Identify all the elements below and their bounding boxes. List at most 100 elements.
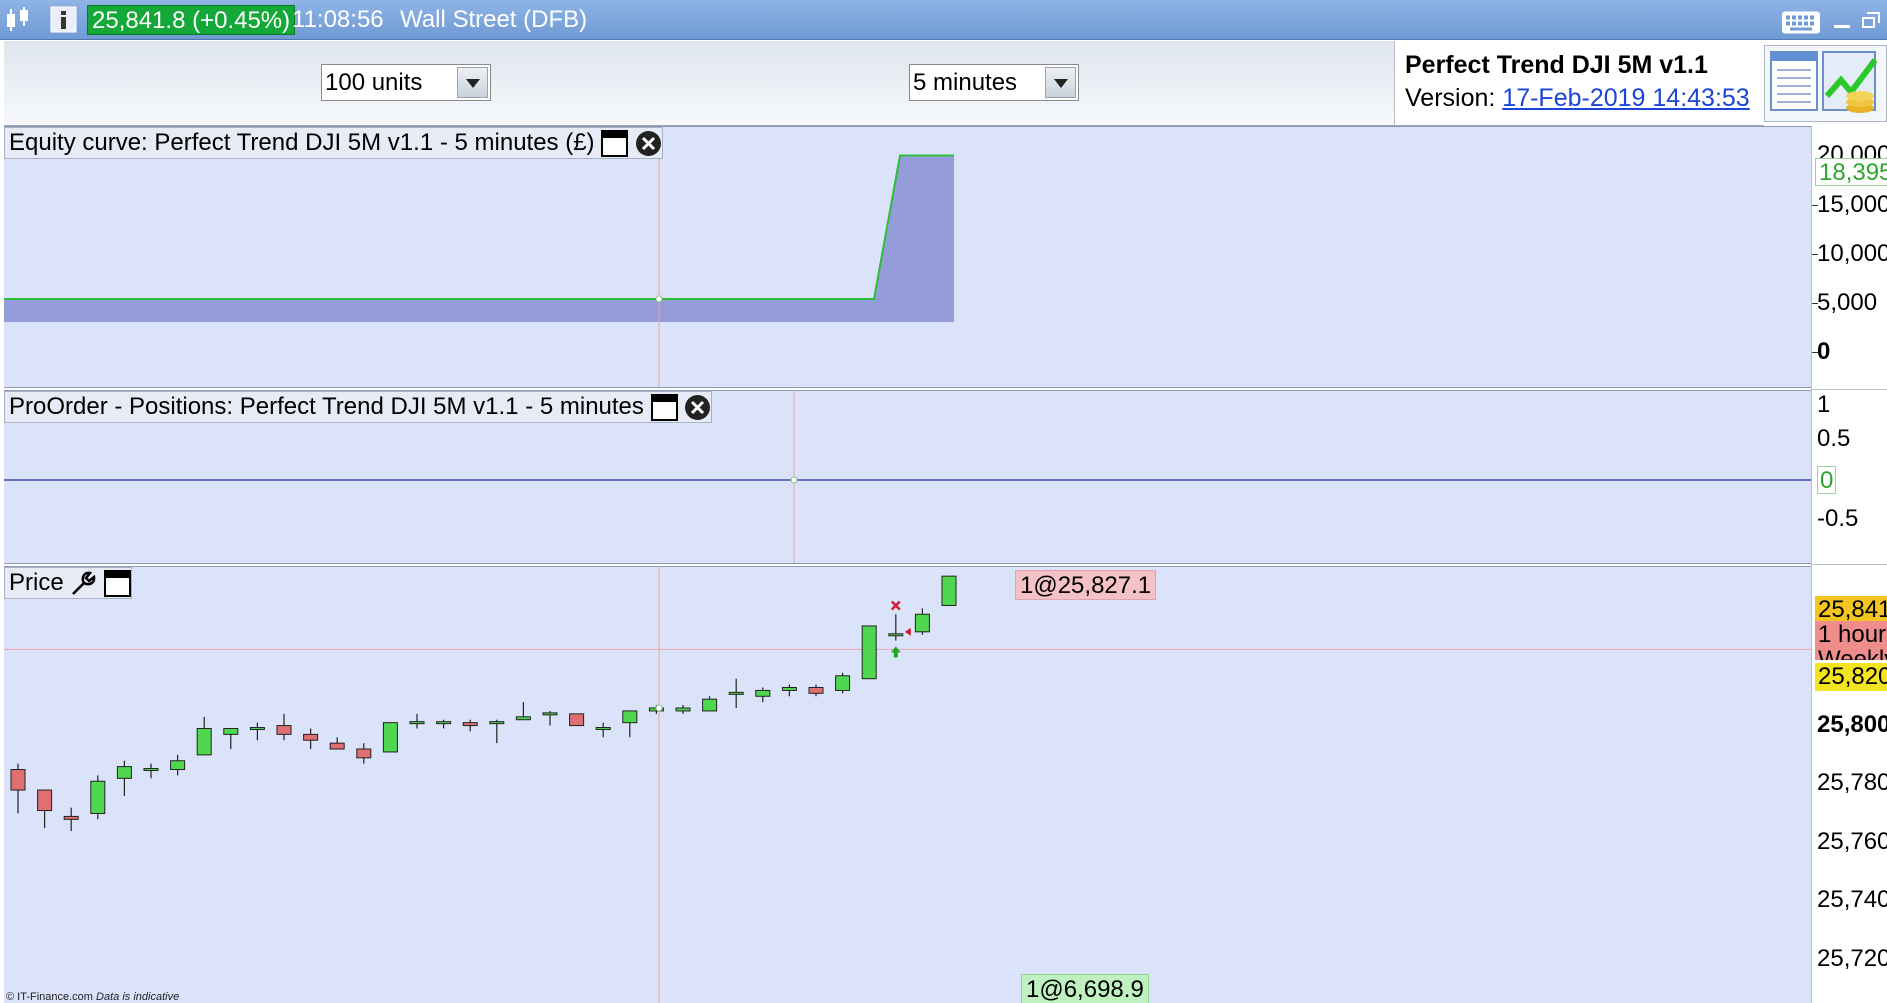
axis-label: 15,000	[1817, 191, 1887, 218]
period-dropdown[interactable]: 5 minutes	[909, 64, 1079, 101]
axis-label: 0	[1817, 338, 1831, 365]
candle-down	[37, 789, 53, 812]
axis-label: 0.5	[1817, 425, 1851, 452]
minimize-icon[interactable]	[1831, 9, 1853, 33]
price-change-badge: 25,841.8 (+0.45%)	[87, 5, 296, 35]
hour-marker-badge: 1 hour	[1815, 621, 1887, 649]
axis-label: 10,000	[1817, 240, 1887, 267]
equity-curve-chart	[4, 127, 954, 387]
equity-last-value: 18,395	[1815, 158, 1887, 186]
candle-up	[170, 760, 186, 771]
candle-up	[409, 721, 425, 725]
axis-label: 25,800	[1817, 711, 1887, 738]
candle-up	[622, 710, 638, 724]
size-dropdown[interactable]: 100 units	[321, 64, 491, 101]
wrench-icon[interactable]	[70, 570, 97, 597]
candle-up	[143, 768, 159, 772]
strategy-info: Perfect Trend DJI 5M v1.1 Version: 17-Fe…	[1394, 41, 1764, 126]
info-icon[interactable]	[50, 6, 77, 33]
candle-down	[462, 722, 478, 727]
entry-arrow	[890, 646, 901, 658]
order-label-bottom: 1@6,698.9	[1021, 974, 1149, 1003]
positions-current-value: 0	[1817, 466, 1837, 494]
proorder-logo-icon[interactable]	[1764, 45, 1887, 122]
candle-up	[755, 689, 771, 697]
value-axis: 20,000 18,395 15,000 10,000 5,000 0 1 0.…	[1811, 127, 1887, 1003]
candle-up	[781, 686, 797, 691]
exit-marker	[890, 600, 901, 611]
candle-up	[835, 675, 851, 691]
candlestick-icon[interactable]	[4, 6, 32, 33]
axis-label: 25,760	[1817, 828, 1887, 855]
equity-panel-title: Equity curve: Perfect Trend DJI 5M v1.1 …	[9, 129, 595, 156]
candle-up	[861, 625, 877, 680]
order-label-top: 1@25,827.1	[1015, 570, 1157, 600]
axis-label: 5,000	[1817, 289, 1878, 316]
version-label: Version:	[1405, 84, 1496, 112]
footer-note: © IT-Finance.com Data is indicative	[6, 991, 179, 1003]
candle-up	[728, 691, 744, 695]
window-icon[interactable]	[601, 130, 629, 157]
equity-line	[4, 154, 954, 300]
candle-up	[116, 766, 132, 779]
axis-label: 25,780	[1817, 769, 1887, 796]
current-price-badge: 25,841	[1815, 596, 1887, 624]
candle-down	[63, 815, 79, 820]
candle-down	[303, 733, 319, 741]
chevron-down-icon[interactable]	[457, 67, 488, 98]
settings-bar: 100 units 5 minutes	[4, 41, 1394, 126]
period-dropdown-value: 5 minutes	[913, 69, 1018, 96]
candle-up	[941, 575, 957, 606]
window-icon[interactable]	[650, 394, 678, 421]
candle-down	[569, 713, 585, 727]
candle-up	[595, 727, 611, 731]
candle-up	[436, 721, 452, 725]
positions-panel: ProOrder - Positions: Perfect Trend DJI …	[4, 390, 1812, 564]
candle-down	[329, 742, 345, 750]
candle-up	[702, 698, 718, 712]
chevron-down-icon[interactable]	[1045, 67, 1076, 98]
candle-up	[249, 727, 265, 731]
keyboard-icon[interactable]	[1781, 9, 1821, 36]
price-panel-title: Price	[9, 569, 64, 596]
crosshair-point	[655, 704, 663, 712]
equity-panel-header: Equity curve: Perfect Trend DJI 5M v1.1 …	[4, 127, 663, 159]
candle-up	[515, 716, 531, 721]
equity-area	[4, 155, 954, 322]
indicative-note: Data is indicative	[96, 991, 180, 1003]
restore-icon[interactable]	[1858, 9, 1887, 33]
candle-up	[382, 722, 398, 753]
axis-label: 1	[1817, 391, 1831, 418]
strategy-title: Perfect Trend DJI 5M v1.1	[1405, 51, 1708, 79]
crosshair-point	[655, 295, 663, 303]
weekly-marker-badge: Weekly	[1815, 646, 1887, 660]
title-bar: 25,841.8 (+0.45%) 11:08:56 Wall Street (…	[0, 0, 1887, 40]
candle-up	[914, 613, 930, 633]
positions-panel-title: ProOrder - Positions: Perfect Trend DJI …	[9, 393, 644, 420]
axis-label: 25,740	[1817, 886, 1887, 913]
candle-down	[276, 725, 292, 735]
copyright-text: © IT-Finance.com	[6, 991, 93, 1003]
candle-up	[223, 728, 239, 735]
instrument-name: Wall Street (DFB)	[400, 6, 588, 33]
size-dropdown-value: 100 units	[325, 69, 423, 96]
equity-curve-panel: Equity curve: Perfect Trend DJI 5M v1.1 …	[4, 126, 1812, 388]
close-icon[interactable]	[635, 130, 662, 157]
axis-label: 25,720	[1817, 945, 1887, 972]
axis-label: -0.5	[1817, 505, 1859, 532]
clock-time: 11:08:56	[292, 6, 384, 33]
positions-panel-header: ProOrder - Positions: Perfect Trend DJI …	[4, 391, 713, 423]
candle-down	[10, 769, 26, 791]
price-chart	[4, 567, 1812, 1003]
candle-down	[356, 748, 372, 759]
window-icon[interactable]	[104, 570, 132, 597]
crosshair-price-badge: 25,820	[1815, 663, 1887, 691]
order-pointer	[904, 627, 911, 636]
version-date-link[interactable]: 17-Feb-2019 14:43:53	[1502, 84, 1749, 112]
price-panel: Price 1@25,827.1 1@6,698.9	[4, 566, 1812, 1003]
candle-up	[489, 721, 505, 725]
candle-up	[90, 780, 106, 814]
close-icon[interactable]	[684, 394, 711, 421]
candle-up	[542, 712, 558, 716]
candle-up	[675, 707, 691, 712]
